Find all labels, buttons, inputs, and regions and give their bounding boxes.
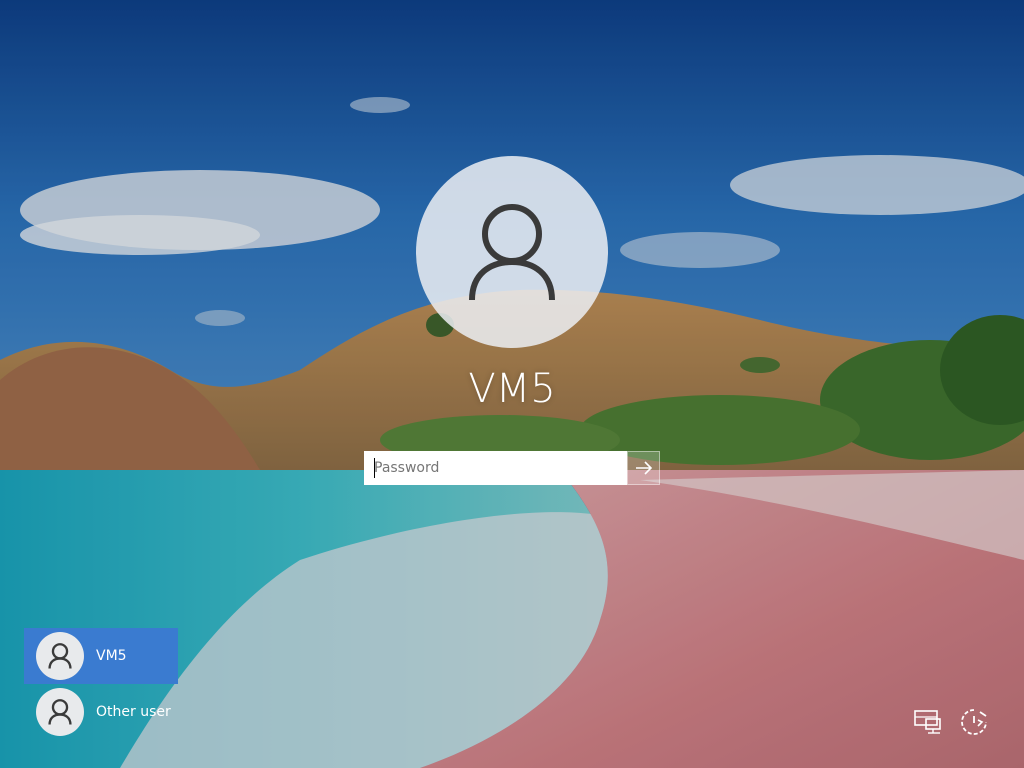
user-tile-other-user[interactable]: Other user — [24, 684, 178, 740]
power-icon[interactable] — [956, 704, 992, 740]
password-input[interactable] — [364, 451, 627, 485]
arrow-right-icon — [635, 461, 652, 475]
user-tile-label: Other user — [96, 704, 171, 720]
submit-button[interactable] — [627, 451, 660, 485]
user-tile-label: VM5 — [96, 648, 127, 664]
user-tile-avatar — [36, 688, 84, 736]
text-caret — [374, 458, 375, 478]
network-icon[interactable] — [910, 704, 946, 740]
user-icon — [48, 699, 72, 725]
user-tile-avatar — [36, 632, 84, 680]
username-label: VM5 — [468, 366, 556, 412]
user-icon — [48, 643, 72, 669]
user-icon — [469, 204, 555, 301]
lock-screen: VM5 VM5 Other user — [0, 0, 1024, 768]
user-tile-vm5[interactable]: VM5 — [24, 628, 178, 684]
password-row — [364, 451, 660, 485]
user-avatar — [416, 156, 608, 348]
